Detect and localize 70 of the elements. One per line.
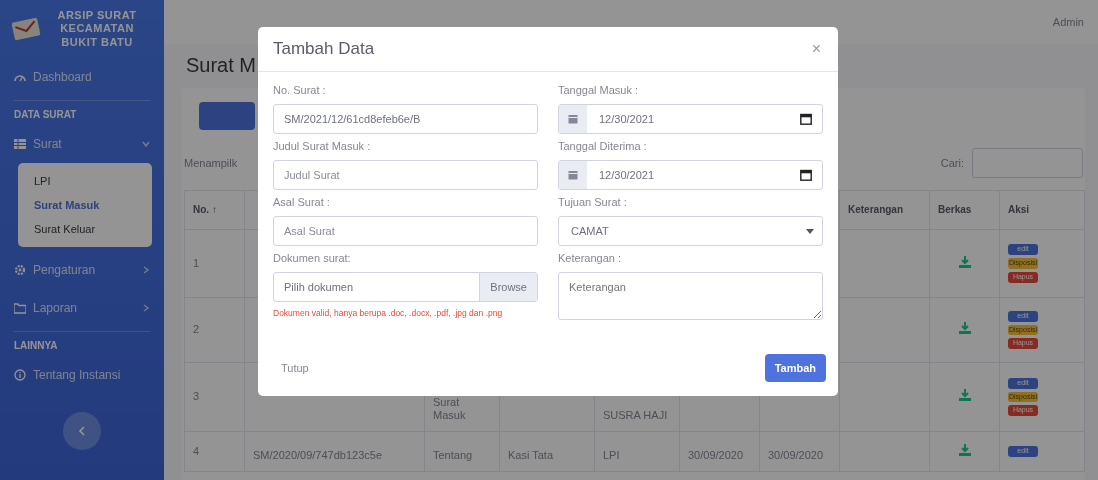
nav-item[interactable]: Pengaturan [0, 251, 164, 289]
column-header[interactable]: No. ↑ [184, 190, 245, 230]
brand-title: ARSIP SURAT KECAMATAN BUKIT BATU [56, 9, 138, 49]
submenu-item[interactable]: LPI [18, 169, 152, 193]
select-field[interactable]: CAMAT [558, 216, 823, 246]
field-label: No. Surat : [273, 84, 327, 98]
add-button[interactable] [199, 102, 255, 130]
submenu-item[interactable]: Surat Masuk [18, 193, 152, 217]
search-field[interactable] [972, 148, 1083, 178]
chevron-right-icon [142, 304, 150, 312]
calendar-icon [800, 169, 812, 181]
logo-icon [12, 17, 42, 41]
download-icon [958, 443, 971, 456]
table-cell: 30/09/2020 [759, 431, 840, 472]
file-field[interactable]: Pilih dokumen Browse [273, 272, 538, 302]
nav-item[interactable]: Surat [0, 125, 164, 163]
table-cell: Kasi Tata [499, 431, 595, 472]
field-label: Tanggal Masuk : [558, 84, 640, 98]
add-button[interactable]: Tambah [764, 354, 826, 382]
table-cell: 4 [184, 431, 245, 472]
field-label: Keterangan : [558, 252, 622, 266]
table-cell: 3 [184, 362, 245, 432]
close-button[interactable]: × [809, 40, 823, 58]
table-cell: 2 [184, 297, 245, 363]
field-label: Tanggal Diterima : [558, 140, 648, 154]
calendar-icon [568, 170, 578, 180]
text-field[interactable]: SM/2021/12/61cd8efeb6e/B [273, 104, 538, 134]
search-label: Cari: [940, 157, 964, 169]
nav-item[interactable]: Dashboard [0, 58, 164, 96]
field-label: Judul Surat Masuk : [273, 140, 372, 154]
info-icon [14, 369, 26, 381]
column-header[interactable]: Keterangan [839, 190, 930, 230]
date-field[interactable]: 12/30/2021 [558, 160, 823, 190]
field-label: Tujuan Surat : [558, 196, 628, 210]
text-field[interactable]: Judul Surat [273, 160, 538, 190]
text-area[interactable]: Keterangan [558, 272, 823, 320]
table-cell: 30/09/2020 [679, 431, 760, 472]
chevron-down-icon [142, 140, 150, 148]
folder-icon [14, 302, 26, 314]
chevron-right-icon [142, 266, 150, 274]
table-cell: Tentang [424, 431, 500, 472]
column-header[interactable]: Aksi [999, 190, 1085, 230]
download-icon [958, 389, 971, 402]
page-title: Surat M [186, 54, 258, 78]
section-heading: LAINNYA [14, 331, 150, 356]
download-icon [958, 255, 971, 268]
text-field[interactable]: Asal Surat [273, 216, 538, 246]
chevron-left-icon [78, 426, 86, 436]
nav-item[interactable]: Laporan [0, 289, 164, 327]
submenu-item[interactable]: Surat Keluar [18, 217, 152, 241]
field-label: Dokumen surat: [273, 252, 352, 266]
entries-label: Menampilk [184, 157, 238, 169]
table-icon [14, 138, 26, 150]
caret-down-icon [806, 228, 814, 234]
dialog-title: Tambah Data [273, 39, 375, 59]
date-field[interactable]: 12/30/2021 [558, 104, 823, 134]
browse-button[interactable]: Browse [479, 273, 537, 301]
download-icon [958, 322, 971, 335]
calendar-icon [568, 114, 578, 124]
column-header[interactable]: Berkas [929, 190, 1000, 230]
settings-icon [14, 264, 26, 276]
table-cell: 1 [184, 229, 245, 298]
user-name[interactable]: Admin [1052, 16, 1084, 28]
calendar-icon [800, 113, 812, 125]
table-cell: SM/2020/09/747db123c5e [244, 431, 425, 472]
help-text: Dokumen valid, hanya berupa .doc, .docx, .pdf, .jpg dan .png [273, 308, 504, 318]
nav-item[interactable]: Tentang Instansi [0, 356, 164, 394]
field-label: Asal Surat : [273, 196, 331, 210]
section-heading: DATA SURAT [14, 100, 150, 125]
table-cell: LPI [594, 431, 680, 472]
